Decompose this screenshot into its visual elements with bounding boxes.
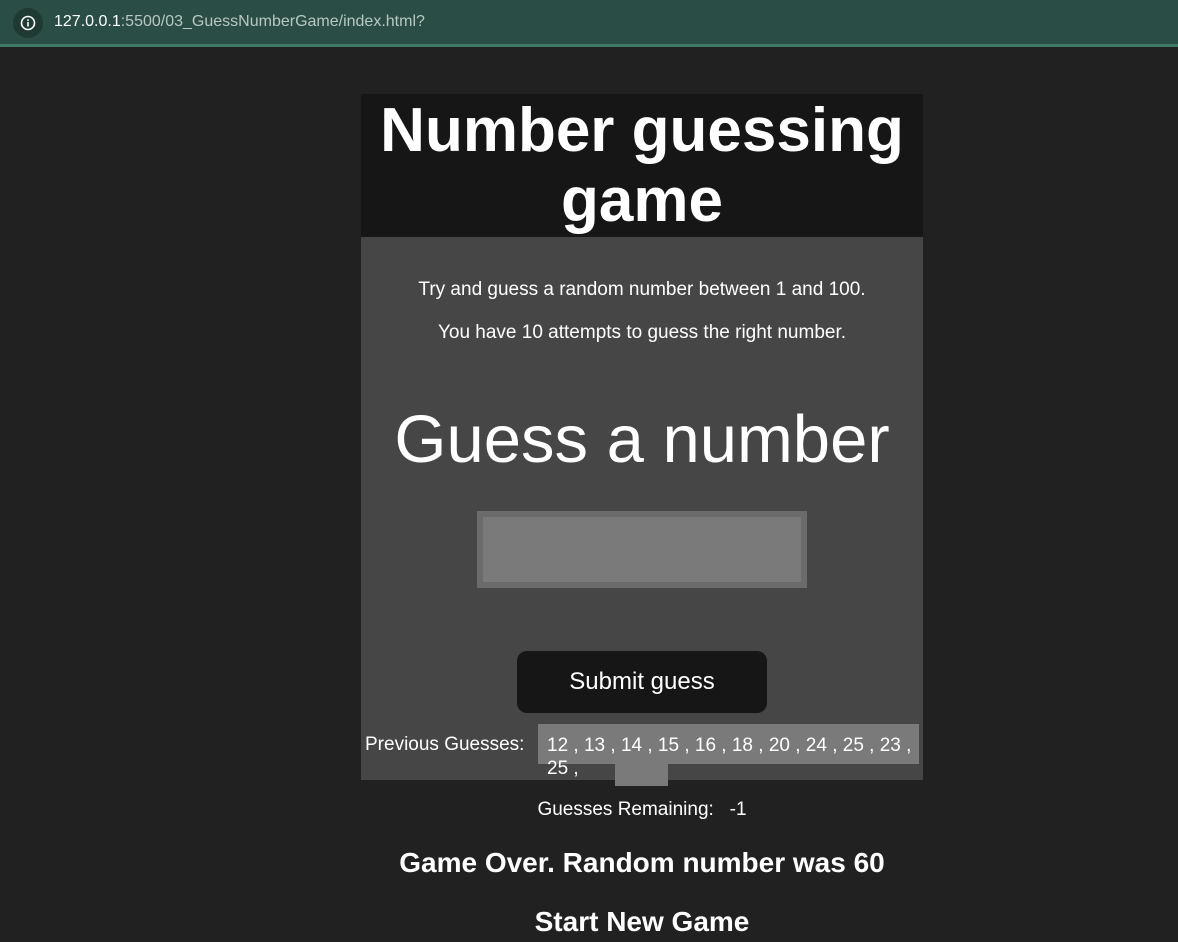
guesses-remaining: Guesses Remaining: -1: [361, 799, 923, 821]
submit-guess-button[interactable]: Submit guess: [517, 651, 767, 713]
page-title: Number guessing game: [380, 96, 904, 235]
browser-address-bar: 127.0.0.1:5500/03_GuessNumberGame/index.…: [0, 0, 1178, 47]
url-path: :5500/03_GuessNumberGame/index.html?: [120, 13, 425, 30]
remaining-label: Guesses Remaining:: [537, 799, 714, 820]
game-over-message: Game Over. Random number was 60: [399, 847, 885, 878]
title-bar: Number guessing game: [361, 94, 923, 237]
guess-heading: Guess a number: [394, 402, 890, 477]
url-host: 127.0.0.1: [54, 13, 121, 30]
url-field[interactable]: 127.0.0.1:5500/03_GuessNumberGame/index.…: [54, 12, 425, 32]
start-new-game-button[interactable]: Start New Game: [361, 905, 923, 939]
instructions-attempts: You have 10 attempts to guess the right …: [437, 322, 847, 343]
remaining-value: -1: [729, 799, 747, 820]
previous-guesses-values: 12 , 13 , 14 , 15 , 16 , 18 , 20 , 24 , …: [547, 735, 912, 779]
game-card: Number guessing game Try and guess a ran…: [361, 94, 923, 786]
guess-input[interactable]: [477, 511, 807, 588]
instructions-range: Try and guess a random number between 1 …: [418, 279, 866, 300]
site-info-icon[interactable]: [13, 8, 43, 38]
previous-guesses-label: Previous Guesses:: [365, 734, 525, 755]
